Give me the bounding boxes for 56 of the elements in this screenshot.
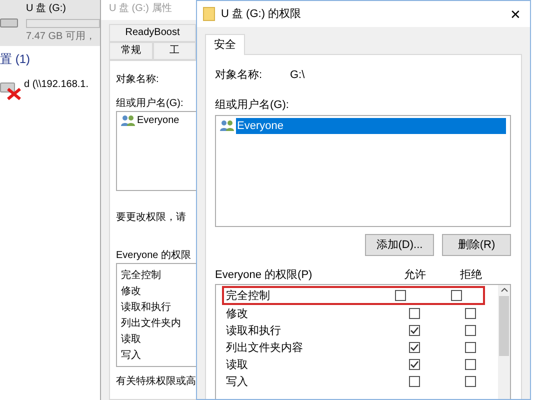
hint-text: 要更改权限，请 (116, 211, 186, 225)
object-name-label: 对象名称: (116, 73, 159, 87)
object-name-value: G:\ (290, 68, 305, 82)
checkbox[interactable] (394, 290, 406, 301)
tab[interactable]: 常规 (109, 42, 153, 60)
network-drive-name[interactable]: d (\\192.168.1. (24, 78, 88, 92)
permission-name: 修改 (226, 306, 249, 320)
object-name-label: 对象名称: (215, 68, 264, 82)
checkbox[interactable] (464, 325, 476, 336)
user-name[interactable]: Everyone (236, 118, 506, 134)
permissions-label: Everyone 的权限(P) (215, 268, 314, 282)
checkbox[interactable] (464, 308, 476, 319)
dialog-button[interactable]: 删除(R) (442, 234, 511, 256)
group-label: 组或用户名(G): (215, 99, 289, 111)
window-title: U 盘 (G:) 属性 (109, 2, 172, 16)
checkbox[interactable] (464, 376, 476, 387)
checkbox[interactable] (464, 342, 476, 353)
permission-name: 列出文件夹内容 (226, 340, 304, 354)
folder-icon (203, 7, 215, 21)
permission-name: 列出文件夹内 (121, 316, 181, 331)
checkbox[interactable] (408, 376, 420, 387)
permission-name: 修改 (121, 285, 141, 299)
permission-name: 完全控制 (121, 268, 161, 283)
checkbox[interactable] (464, 359, 476, 370)
checkbox[interactable] (450, 290, 462, 301)
checkbox[interactable] (408, 342, 420, 353)
drive-free-space: 7.47 GB 可用， (26, 30, 96, 44)
permission-name: 读取 (226, 358, 249, 372)
drive-icon (0, 18, 18, 28)
users-icon (121, 115, 135, 127)
permission-name: 读取和执行 (226, 324, 282, 338)
permission-name: 完全控制 (226, 288, 271, 302)
permission-name: 写入 (121, 348, 141, 363)
permission-name: 读取 (121, 332, 141, 347)
close-button[interactable]: ✕ (507, 8, 524, 20)
column-header: 允许 (404, 268, 426, 282)
users-icon (220, 120, 234, 132)
user-name[interactable]: Everyone (137, 114, 180, 128)
permission-name: 读取和执行 (121, 300, 171, 315)
scrollbar[interactable] (498, 285, 510, 399)
section-header[interactable]: 置 (1) (0, 52, 30, 66)
checkbox[interactable] (408, 359, 420, 370)
tab[interactable]: 工 (153, 42, 196, 60)
checkbox[interactable] (408, 308, 420, 319)
tab[interactable]: 安全 (205, 34, 245, 55)
dialog-button[interactable]: 添加(D)... (365, 234, 434, 256)
checkbox[interactable] (408, 325, 420, 336)
permission-name: 写入 (226, 374, 249, 388)
tab[interactable]: ReadyBoost (109, 24, 196, 42)
scroll-up-icon[interactable] (500, 288, 508, 292)
advanced-hint-text: 有关特殊权限或高 (116, 375, 196, 389)
window-title: U 盘 (G:) 的权限 (221, 7, 302, 21)
drive-name[interactable]: U 盘 (G:) (26, 2, 66, 16)
column-header: 拒绝 (460, 268, 482, 282)
permissions-label: Everyone 的权限 (116, 249, 192, 263)
group-label: 组或用户名(G): (116, 97, 184, 111)
